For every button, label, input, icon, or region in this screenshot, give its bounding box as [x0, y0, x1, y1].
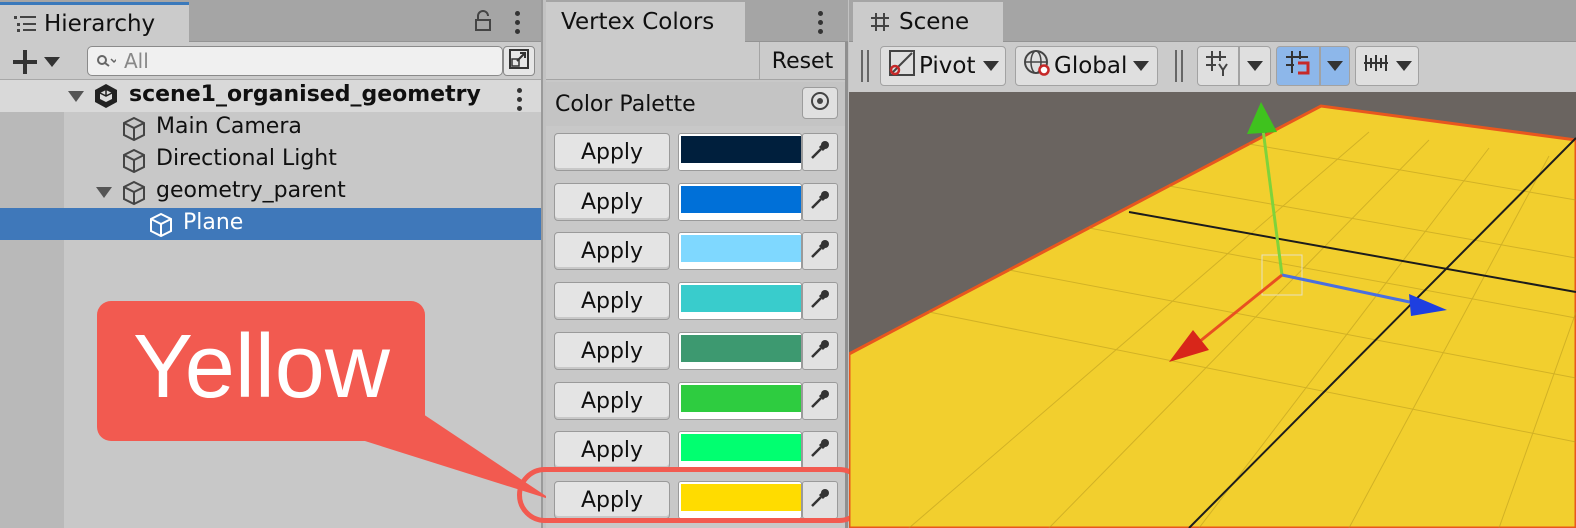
apply-button[interactable]: Apply: [554, 183, 670, 221]
y-axis-arrow[interactable]: [1247, 102, 1277, 134]
toolbar-grip: [1175, 50, 1183, 82]
pivot-icon: [887, 48, 917, 84]
chevron-down-icon: [983, 61, 1000, 71]
scene-viewport[interactable]: [849, 92, 1576, 528]
eyedropper-icon: [809, 139, 831, 165]
swatch-fill: [681, 186, 801, 213]
palette-row: Apply: [546, 282, 845, 322]
eyedropper-button[interactable]: [802, 183, 838, 221]
palette-row: Apply: [546, 332, 845, 372]
eyedropper-button[interactable]: [802, 282, 838, 320]
tab-vertex-colors-label: Vertex Colors: [561, 9, 715, 35]
eyedropper-icon: [809, 238, 831, 264]
apply-button[interactable]: Apply: [554, 232, 670, 270]
swatch-alpha-bar: [679, 263, 801, 269]
chevron-down-icon: [1133, 61, 1150, 71]
vertex-colors-tabbar: Vertex Colors: [546, 0, 848, 42]
grid-snapping-dropdown[interactable]: [1239, 46, 1271, 86]
color-swatch[interactable]: [678, 332, 802, 370]
tab-vertex-colors[interactable]: Vertex Colors: [546, 2, 745, 42]
reset-button[interactable]: Reset: [759, 42, 845, 80]
color-swatch[interactable]: [678, 382, 802, 420]
swatch-fill: [681, 136, 801, 163]
globe-icon: [1022, 48, 1052, 84]
reset-bar: Reset: [546, 42, 845, 80]
grid-snapping-toggle[interactable]: [1197, 46, 1239, 86]
swatch-fill: [681, 235, 801, 262]
apply-button[interactable]: Apply: [554, 382, 670, 420]
swatch-fill: [681, 335, 801, 362]
eyedropper-icon: [809, 388, 831, 414]
annotation-text: Yellow: [133, 317, 390, 417]
eyedropper-button[interactable]: [802, 431, 838, 469]
chevron-down-icon: [1247, 61, 1263, 71]
tab-scene-label: Scene: [899, 9, 970, 35]
apply-button[interactable]: Apply: [554, 332, 670, 370]
pivot-dropdown[interactable]: Pivot: [880, 46, 1006, 86]
palette-row: Apply: [546, 382, 845, 422]
yellow-plane[interactable]: [849, 104, 1576, 528]
eyedropper-button[interactable]: [802, 332, 838, 370]
color-swatch[interactable]: [678, 183, 802, 221]
palette-row: Apply: [546, 133, 845, 173]
color-swatch[interactable]: [678, 431, 802, 469]
swatch-alpha-bar: [679, 413, 801, 419]
scene-render[interactable]: [849, 92, 1576, 528]
palette-row: Apply: [546, 183, 845, 223]
swatch-alpha-bar: [679, 313, 801, 319]
eyedropper-icon: [809, 338, 831, 364]
color-swatch[interactable]: [678, 282, 802, 320]
vertex-colors-panel: Vertex Colors Reset Color Palette Apply A…: [546, 0, 848, 528]
eyedropper-icon: [809, 189, 831, 215]
color-palette-header: Color Palette: [546, 82, 845, 126]
vertex-colors-menu-icon[interactable]: [817, 11, 823, 34]
chevron-down-icon: [1396, 61, 1412, 71]
swatch-fill: [681, 285, 801, 312]
color-palette-title: Color Palette: [555, 91, 696, 117]
eyedropper-button[interactable]: [802, 382, 838, 420]
target-icon: [809, 90, 831, 116]
swatch-alpha-bar: [679, 363, 801, 369]
eyedropper-icon: [809, 288, 831, 314]
incremental-snap-dropdown[interactable]: [1320, 46, 1350, 86]
swatch-fill: [681, 385, 801, 412]
apply-button[interactable]: Apply: [554, 431, 670, 469]
apply-button[interactable]: Apply: [554, 133, 670, 171]
eyedropper-button[interactable]: [802, 133, 838, 171]
toolbar-grip: [861, 50, 869, 82]
swatch-alpha-bar: [679, 164, 801, 170]
eyedropper-button[interactable]: [802, 232, 838, 270]
global-label: Global: [1054, 53, 1128, 79]
swatch-alpha-bar: [679, 214, 801, 220]
scene-toolbar: Pivot Global: [849, 42, 1576, 92]
scene-panel: Scene Pivot Global: [849, 0, 1576, 528]
chevron-down-icon: [1327, 61, 1343, 71]
highlight-ring: [517, 467, 867, 523]
callout-pointer: [330, 412, 552, 500]
palette-row: Apply: [546, 232, 845, 272]
swatch-fill: [681, 434, 801, 461]
ruler-dropdown[interactable]: [1355, 46, 1419, 86]
palette-target-button[interactable]: [802, 87, 838, 119]
grid-snap-icon: [1204, 49, 1232, 83]
grid-icon: [869, 11, 891, 33]
apply-button[interactable]: Apply: [554, 282, 670, 320]
magnet-grid-icon: [1284, 49, 1312, 83]
palette-row: Apply: [546, 431, 845, 471]
tab-scene[interactable]: Scene: [853, 2, 1003, 42]
color-swatch[interactable]: [678, 133, 802, 171]
pivot-label: Pivot: [919, 53, 976, 79]
incremental-snap-toggle[interactable]: [1276, 46, 1320, 86]
color-swatch[interactable]: [678, 232, 802, 270]
global-dropdown[interactable]: Global: [1015, 46, 1158, 86]
ruler-icon: [1362, 49, 1390, 83]
eyedropper-icon: [809, 437, 831, 463]
scene-tabbar: Scene: [849, 0, 1576, 42]
